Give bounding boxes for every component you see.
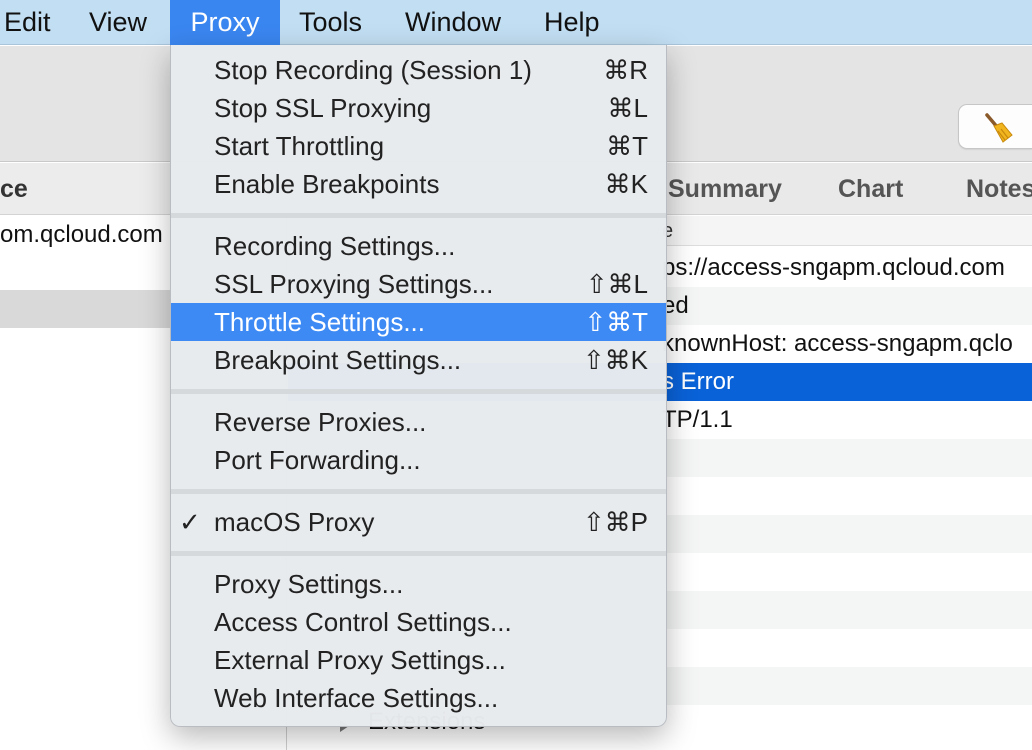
clear-session-button[interactable] [958, 104, 1032, 149]
menu-item-shortcut: ⇧⌘L [585, 269, 648, 299]
menu-item-shortcut: ⌘L [607, 93, 648, 123]
menu-item-enable-breakpoints[interactable]: Enable Breakpoints ⌘K [171, 165, 666, 203]
menu-item-macos-proxy[interactable]: ✓ macOS Proxy ⇧⌘P [171, 503, 666, 541]
row-value: s Error [662, 368, 734, 395]
host-row[interactable]: om.qcloud.com [0, 221, 163, 249]
menu-item-label: Enable Breakpoints [214, 169, 440, 199]
menu-item-shortcut: ⌘R [603, 55, 648, 85]
menu-view[interactable]: View [89, 0, 147, 45]
menubar: Edit View Proxy Tools Window Help [0, 0, 1032, 45]
menu-separator [171, 551, 666, 556]
menu-item-external-proxy-settings[interactable]: External Proxy Settings... [171, 641, 666, 679]
menu-item-ssl-proxying-settings[interactable]: SSL Proxying Settings... ⇧⌘L [171, 265, 666, 303]
menu-item-label: Port Forwarding... [214, 445, 421, 475]
proxy-menu: Stop Recording (Session 1) ⌘R Stop SSL P… [170, 45, 667, 727]
tab-notes[interactable]: Notes [966, 163, 1032, 215]
menu-item-start-throttling[interactable]: Start Throttling ⌘T [171, 127, 666, 165]
menu-item-label: Access Control Settings... [214, 607, 512, 637]
menu-item-stop-recording[interactable]: Stop Recording (Session 1) ⌘R [171, 51, 666, 89]
menu-window[interactable]: Window [405, 0, 501, 45]
menu-item-label: Web Interface Settings... [214, 683, 499, 713]
menu-help[interactable]: Help [544, 0, 600, 45]
broom-icon [985, 113, 1013, 143]
menu-item-proxy-settings[interactable]: Proxy Settings... [171, 565, 666, 603]
menu-item-throttle-settings[interactable]: Throttle Settings... ⇧⌘T [171, 303, 666, 341]
menu-separator [171, 389, 666, 394]
menu-separator [171, 489, 666, 494]
menu-item-label: macOS Proxy [214, 507, 375, 537]
menu-item-label: External Proxy Settings... [214, 645, 506, 675]
menu-item-stop-ssl-proxying[interactable]: Stop SSL Proxying ⌘L [171, 89, 666, 127]
row-value: knownHost: access-sngapm.qclo [662, 330, 1013, 357]
menu-item-access-control-settings[interactable]: Access Control Settings... [171, 603, 666, 641]
menu-item-label: Proxy Settings... [214, 569, 404, 599]
structure-header-label[interactable]: ce [0, 163, 28, 215]
menu-item-shortcut: ⇧⌘K [582, 345, 648, 375]
menu-item-label: Start Throttling [214, 131, 385, 161]
menu-item-label: SSL Proxying Settings... [214, 269, 494, 299]
menu-item-label: Reverse Proxies... [214, 407, 427, 437]
menu-proxy[interactable]: Proxy [170, 0, 280, 45]
menu-item-label: Stop Recording (Session 1) [214, 55, 532, 85]
menu-separator [171, 213, 666, 218]
menu-item-label: Stop SSL Proxying [214, 93, 432, 123]
menu-item-shortcut: ⇧⌘T [584, 307, 648, 337]
menu-item-label: Recording Settings... [214, 231, 456, 261]
menu-item-label: Breakpoint Settings... [214, 345, 462, 375]
row-value: ps://access-sngapm.qcloud.com [662, 254, 1005, 281]
menu-item-label: Throttle Settings... [214, 307, 425, 337]
menu-item-reverse-proxies[interactable]: Reverse Proxies... [171, 403, 666, 441]
menu-item-shortcut: ⌘K [604, 169, 648, 199]
menu-item-shortcut: ⇧⌘P [582, 507, 648, 537]
menu-item-port-forwarding[interactable]: Port Forwarding... [171, 441, 666, 479]
menu-item-shortcut: ⌘T [606, 131, 648, 161]
menu-tools[interactable]: Tools [299, 0, 362, 45]
menu-edit[interactable]: Edit [4, 0, 51, 45]
menu-item-web-interface-settings[interactable]: Web Interface Settings... [171, 679, 666, 717]
row-value: TP/1.1 [662, 406, 733, 433]
tab-chart[interactable]: Chart [838, 163, 903, 215]
checkmark-icon: ✓ [179, 507, 201, 537]
menu-item-recording-settings[interactable]: Recording Settings... [171, 227, 666, 265]
tab-summary[interactable]: Summary [668, 163, 782, 215]
menu-item-breakpoint-settings[interactable]: Breakpoint Settings... ⇧⌘K [171, 341, 666, 379]
